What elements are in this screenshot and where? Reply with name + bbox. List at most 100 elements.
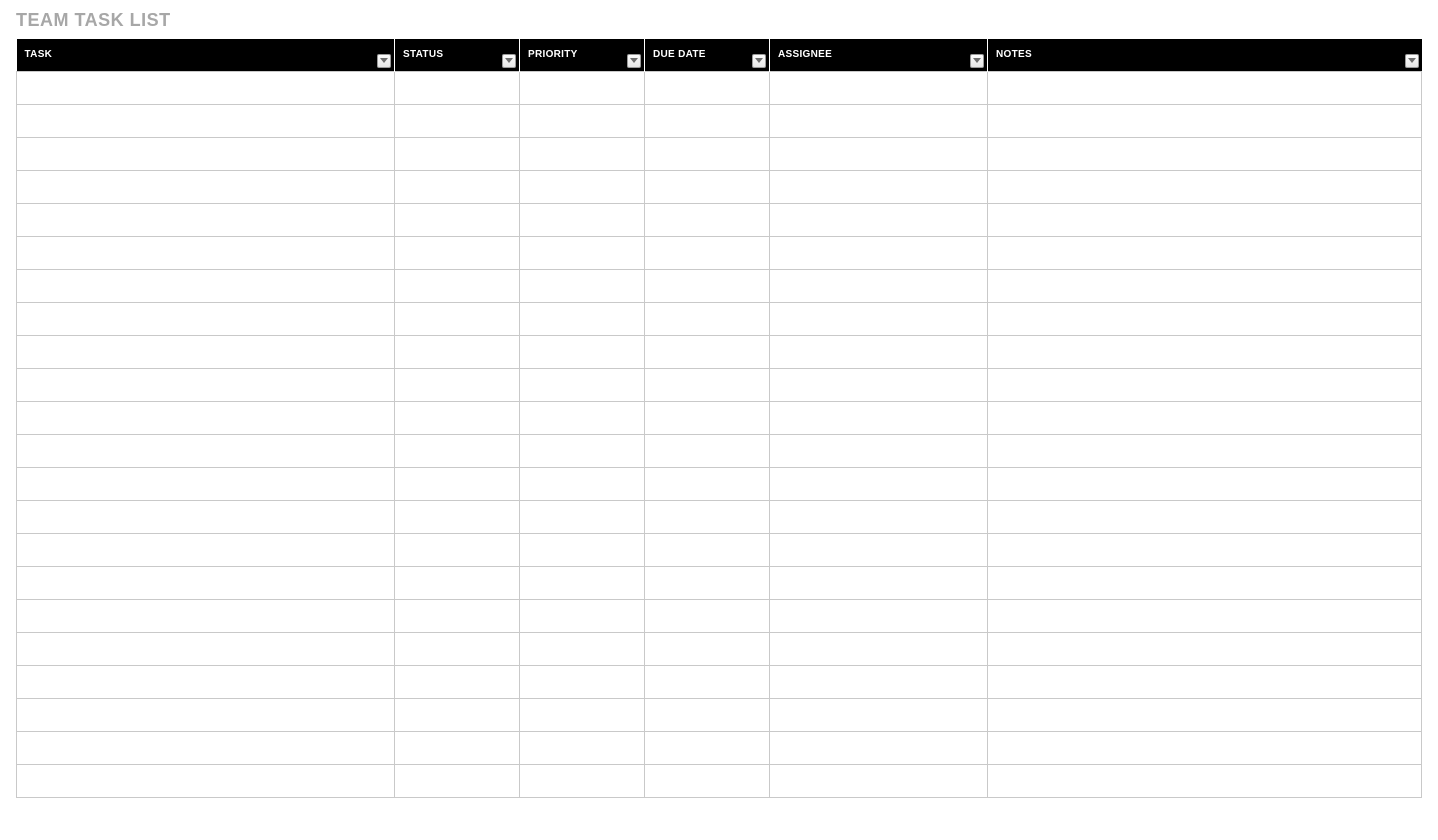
cell-priority[interactable] [520,269,645,302]
cell-assignee[interactable] [770,566,988,599]
cell-notes[interactable] [988,269,1422,302]
cell-priority[interactable] [520,104,645,137]
cell-priority[interactable] [520,467,645,500]
cell-notes[interactable] [988,764,1422,797]
cell-status[interactable] [395,335,520,368]
cell-assignee[interactable] [770,302,988,335]
cell-due_date[interactable] [645,104,770,137]
cell-task[interactable] [17,764,395,797]
cell-task[interactable] [17,665,395,698]
cell-priority[interactable] [520,71,645,104]
cell-notes[interactable] [988,335,1422,368]
cell-assignee[interactable] [770,698,988,731]
cell-priority[interactable] [520,401,645,434]
cell-task[interactable] [17,170,395,203]
cell-status[interactable] [395,368,520,401]
cell-priority[interactable] [520,632,645,665]
column-header-priority[interactable]: PRIORITY [520,39,645,71]
cell-priority[interactable] [520,236,645,269]
cell-task[interactable] [17,401,395,434]
cell-priority[interactable] [520,203,645,236]
filter-dropdown-task[interactable] [377,54,391,68]
cell-notes[interactable] [988,302,1422,335]
cell-task[interactable] [17,104,395,137]
cell-status[interactable] [395,137,520,170]
cell-notes[interactable] [988,137,1422,170]
cell-priority[interactable] [520,566,645,599]
cell-notes[interactable] [988,368,1422,401]
cell-status[interactable] [395,71,520,104]
cell-assignee[interactable] [770,203,988,236]
cell-notes[interactable] [988,566,1422,599]
cell-due_date[interactable] [645,203,770,236]
cell-status[interactable] [395,236,520,269]
cell-due_date[interactable] [645,302,770,335]
column-header-status[interactable]: STATUS [395,39,520,71]
cell-status[interactable] [395,269,520,302]
cell-status[interactable] [395,764,520,797]
cell-task[interactable] [17,731,395,764]
cell-priority[interactable] [520,434,645,467]
cell-due_date[interactable] [645,434,770,467]
cell-status[interactable] [395,632,520,665]
cell-due_date[interactable] [645,533,770,566]
cell-due_date[interactable] [645,236,770,269]
cell-notes[interactable] [988,203,1422,236]
cell-assignee[interactable] [770,71,988,104]
column-header-due-date[interactable]: DUE DATE [645,39,770,71]
column-header-notes[interactable]: NOTES [988,39,1422,71]
cell-priority[interactable] [520,170,645,203]
cell-assignee[interactable] [770,599,988,632]
cell-status[interactable] [395,599,520,632]
cell-due_date[interactable] [645,566,770,599]
cell-status[interactable] [395,434,520,467]
cell-status[interactable] [395,698,520,731]
cell-task[interactable] [17,500,395,533]
cell-due_date[interactable] [645,500,770,533]
cell-due_date[interactable] [645,335,770,368]
cell-notes[interactable] [988,632,1422,665]
cell-due_date[interactable] [645,467,770,500]
cell-priority[interactable] [520,599,645,632]
cell-notes[interactable] [988,467,1422,500]
cell-status[interactable] [395,731,520,764]
cell-due_date[interactable] [645,632,770,665]
cell-assignee[interactable] [770,269,988,302]
cell-priority[interactable] [520,302,645,335]
cell-task[interactable] [17,632,395,665]
cell-assignee[interactable] [770,665,988,698]
cell-notes[interactable] [988,71,1422,104]
cell-priority[interactable] [520,368,645,401]
cell-notes[interactable] [988,731,1422,764]
column-header-assignee[interactable]: ASSIGNEE [770,39,988,71]
cell-assignee[interactable] [770,170,988,203]
cell-due_date[interactable] [645,368,770,401]
cell-notes[interactable] [988,599,1422,632]
cell-assignee[interactable] [770,368,988,401]
cell-task[interactable] [17,71,395,104]
cell-notes[interactable] [988,104,1422,137]
cell-status[interactable] [395,467,520,500]
cell-notes[interactable] [988,500,1422,533]
cell-priority[interactable] [520,698,645,731]
cell-assignee[interactable] [770,764,988,797]
cell-status[interactable] [395,203,520,236]
cell-assignee[interactable] [770,401,988,434]
cell-notes[interactable] [988,434,1422,467]
cell-priority[interactable] [520,335,645,368]
cell-priority[interactable] [520,731,645,764]
cell-priority[interactable] [520,533,645,566]
cell-notes[interactable] [988,533,1422,566]
cell-task[interactable] [17,236,395,269]
cell-task[interactable] [17,566,395,599]
cell-status[interactable] [395,533,520,566]
cell-notes[interactable] [988,665,1422,698]
filter-dropdown-due-date[interactable] [752,54,766,68]
cell-due_date[interactable] [645,698,770,731]
cell-assignee[interactable] [770,434,988,467]
cell-task[interactable] [17,335,395,368]
cell-task[interactable] [17,302,395,335]
cell-status[interactable] [395,302,520,335]
cell-status[interactable] [395,566,520,599]
filter-dropdown-notes[interactable] [1405,54,1419,68]
